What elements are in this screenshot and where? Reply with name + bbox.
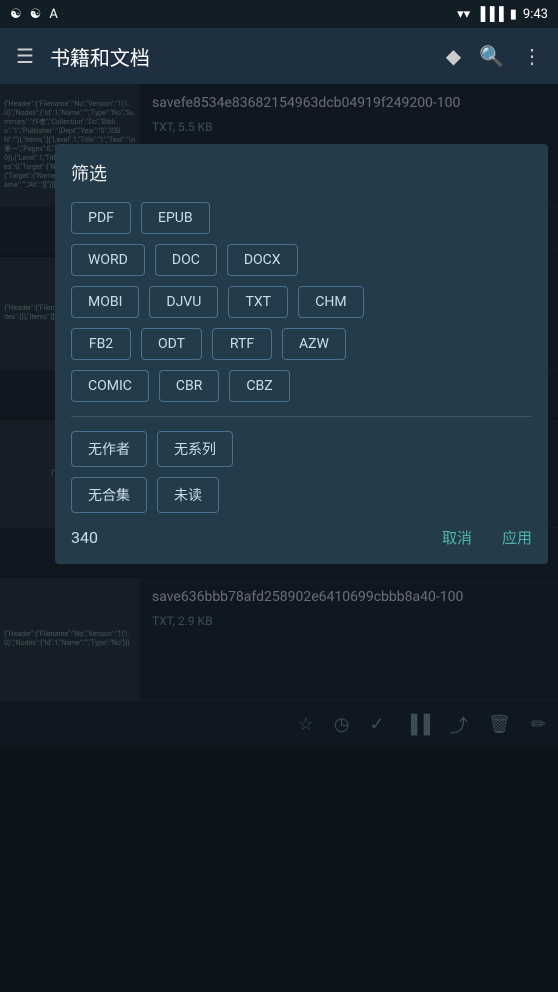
filter-chip-txt[interactable]: TXT	[228, 286, 288, 318]
filter-chip-fb2[interactable]: FB2	[71, 328, 131, 360]
filter-row-1: PDF EPUB	[71, 202, 532, 234]
filter-dialog: 筛选 PDF EPUB WORD DOC DOCX MOBI DJVU TXT …	[55, 144, 548, 564]
filter-extra-row-2: 无合集 未读	[71, 477, 532, 513]
filter-chip-rtf[interactable]: RTF	[212, 328, 272, 360]
status-left-icons: ☯ ☯ A	[10, 7, 58, 22]
status-right-icons: ▾▾ ▐▐▐ ▮ 9:43	[457, 6, 548, 22]
filter-chip-no-collection[interactable]: 无合集	[71, 477, 147, 513]
menu-icon[interactable]: ☰	[16, 44, 34, 68]
filter-row-5: COMIC CBR CBZ	[71, 370, 532, 402]
filter-chip-azw[interactable]: AZW	[282, 328, 346, 360]
content-area: {"Header":{"Filename":"No","Version":"1(…	[0, 84, 558, 992]
filter-chip-doc[interactable]: DOC	[155, 244, 217, 276]
filter-cancel-button[interactable]: 取消	[442, 527, 472, 548]
more-icon[interactable]: ⋮	[522, 44, 542, 68]
search-icon[interactable]: 🔍	[479, 44, 504, 68]
filter-count: 340	[71, 528, 98, 547]
battery-icon: ▮	[510, 7, 517, 22]
filter-chip-cbr[interactable]: CBR	[159, 370, 219, 402]
filter-chip-comic[interactable]: COMIC	[71, 370, 149, 402]
wifi-icon: ▾▾	[457, 7, 470, 22]
filter-row-4: FB2 ODT RTF AZW	[71, 328, 532, 360]
filter-chip-docx[interactable]: DOCX	[227, 244, 298, 276]
app-bar: ☰ 书籍和文档 ◆ 🔍 ⋮	[0, 28, 558, 84]
filter-title: 筛选	[71, 160, 532, 186]
status-icon-3: A	[49, 7, 57, 22]
filter-footer: 340 取消 应用	[71, 527, 532, 548]
filter-divider	[71, 416, 532, 417]
filter-row-2: WORD DOC DOCX	[71, 244, 532, 276]
filter-chip-epub[interactable]: EPUB	[141, 202, 210, 234]
status-icon-1: ☯	[10, 7, 22, 22]
filter-chip-word[interactable]: WORD	[71, 244, 145, 276]
app-title: 书籍和文档	[50, 42, 430, 71]
filter-chip-no-author[interactable]: 无作者	[71, 431, 147, 467]
filter-row-3: MOBI DJVU TXT CHM	[71, 286, 532, 318]
filter-apply-button[interactable]: 应用	[502, 527, 532, 548]
app-bar-actions: ◆ 🔍 ⋮	[446, 44, 542, 68]
filter-chip-mobi[interactable]: MOBI	[71, 286, 139, 318]
filter-chip-chm[interactable]: CHM	[298, 286, 363, 318]
filter-chip-cbz[interactable]: CBZ	[229, 370, 289, 402]
status-icon-2: ☯	[30, 7, 42, 22]
filter-extra-row-1: 无作者 无系列	[71, 431, 532, 467]
filter-chip-pdf[interactable]: PDF	[71, 202, 131, 234]
status-time: 9:43	[523, 7, 548, 22]
diamond-icon[interactable]: ◆	[446, 44, 461, 68]
filter-action-buttons: 取消 应用	[442, 527, 532, 548]
signal-icon: ▐▐▐	[476, 6, 504, 22]
filter-chip-no-series[interactable]: 无系列	[157, 431, 233, 467]
filter-chip-odt[interactable]: ODT	[141, 328, 202, 360]
filter-chip-djvu[interactable]: DJVU	[149, 286, 218, 318]
status-bar: ☯ ☯ A ▾▾ ▐▐▐ ▮ 9:43	[0, 0, 558, 28]
filter-chip-unread[interactable]: 未读	[157, 477, 219, 513]
